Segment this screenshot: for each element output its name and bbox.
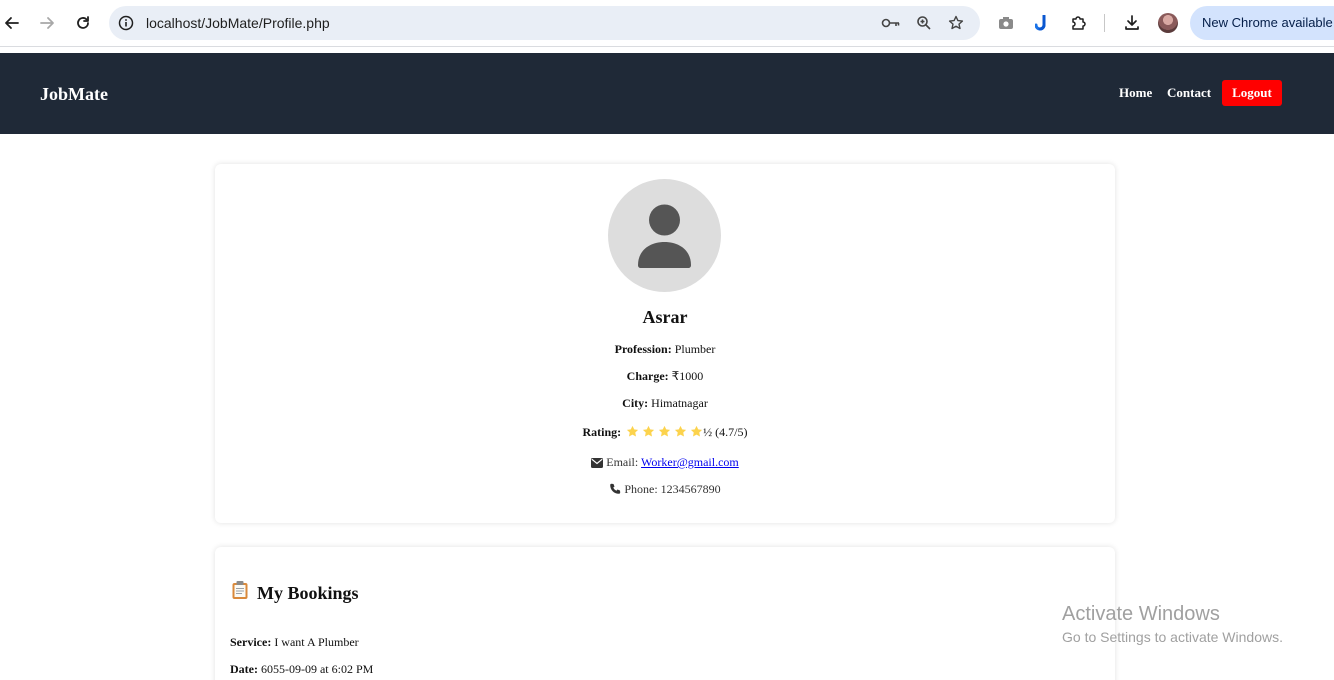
nav-home-link[interactable]: Home xyxy=(1119,85,1152,101)
clipboard-icon xyxy=(231,580,249,605)
toolbar-separator xyxy=(0,46,1334,53)
logout-button[interactable]: Logout xyxy=(1222,80,1282,106)
phone-value: 1234567890 xyxy=(660,482,721,496)
email-link[interactable]: Worker@gmail.com xyxy=(641,455,739,469)
rating-row: Rating: ½ (4.7/5) xyxy=(215,424,1115,440)
star-icon xyxy=(627,425,639,437)
charge-value: ₹1000 xyxy=(671,369,704,383)
url-text[interactable]: localhost/JobMate/Profile.php xyxy=(146,14,330,32)
phone-icon xyxy=(609,483,621,499)
activate-windows-subtitle: Go to Settings to activate Windows. xyxy=(1062,629,1283,645)
bookmark-star-icon[interactable] xyxy=(946,13,966,33)
star-icon xyxy=(659,425,671,437)
profession-value: Plumber xyxy=(674,342,716,356)
service-label: Service: xyxy=(230,635,272,649)
star-icon xyxy=(675,425,687,437)
date-label: Date: xyxy=(230,662,258,676)
rating-label: Rating: xyxy=(582,425,622,439)
toolbar-divider xyxy=(1104,14,1105,32)
star-icon xyxy=(691,425,703,437)
password-key-icon[interactable] xyxy=(881,13,901,33)
forward-arrow-icon[interactable] xyxy=(35,11,59,35)
profession-label: Profession: xyxy=(614,342,672,356)
charge-row: Charge: ₹1000 xyxy=(215,368,1115,384)
email-row: Email: Worker@gmail.com xyxy=(215,454,1115,472)
address-bar[interactable]: localhost/JobMate/Profile.php xyxy=(109,6,980,40)
download-icon[interactable] xyxy=(1121,12,1143,34)
profile-card: Asrar Profession: Plumber Charge: ₹1000 … xyxy=(215,164,1115,523)
reload-icon[interactable] xyxy=(71,11,95,35)
city-label: City: xyxy=(622,396,649,410)
email-label: Email: xyxy=(606,455,639,469)
phone-label: Phone: xyxy=(624,482,658,496)
screenshot-camera-icon[interactable] xyxy=(995,12,1017,34)
browser-toolbar: localhost/JobMate/Profile.php New Chrome… xyxy=(0,0,1334,46)
rating-stars xyxy=(626,425,703,438)
chrome-update-button[interactable]: New Chrome available xyxy=(1190,6,1334,40)
rating-value: ½ (4.7/5) xyxy=(703,425,748,439)
brand-logo[interactable]: JobMate xyxy=(40,83,108,105)
star-icon xyxy=(643,425,655,437)
nav-contact-link[interactable]: Contact xyxy=(1167,85,1211,101)
service-value: I want A Plumber xyxy=(274,635,359,649)
bookings-heading: My Bookings xyxy=(231,580,359,605)
extensions-puzzle-icon[interactable] xyxy=(1067,12,1089,34)
user-avatar-icon xyxy=(608,179,721,292)
profile-avatar[interactable] xyxy=(1158,13,1178,33)
profession-row: Profession: Plumber xyxy=(215,341,1115,357)
chrome-update-label: New Chrome available xyxy=(1202,15,1333,30)
bookings-title: My Bookings xyxy=(257,582,359,603)
date-value: 6055-09-09 at 6:02 PM xyxy=(260,662,374,676)
worker-name: Asrar xyxy=(642,307,688,327)
site-header: JobMate Home Contact Logout xyxy=(0,53,1334,134)
zoom-icon[interactable] xyxy=(914,13,934,33)
back-arrow-icon[interactable] xyxy=(0,11,24,35)
booking-date-row: Date: 6055-09-09 at 6:02 PM xyxy=(230,661,373,677)
booking-service-row: Service: I want A Plumber xyxy=(230,634,359,650)
site-info-icon[interactable] xyxy=(117,14,135,32)
extension-app-icon[interactable] xyxy=(1031,12,1053,34)
activate-windows-title: Activate Windows xyxy=(1062,603,1220,625)
envelope-icon xyxy=(591,456,604,472)
city-row: City: Himatnagar xyxy=(215,395,1115,411)
charge-label: Charge: xyxy=(626,369,669,383)
city-value: Himatnagar xyxy=(651,396,708,410)
phone-row: Phone: 1234567890 xyxy=(215,481,1115,499)
bookings-card: My Bookings Service: I want A Plumber Da… xyxy=(215,547,1115,680)
